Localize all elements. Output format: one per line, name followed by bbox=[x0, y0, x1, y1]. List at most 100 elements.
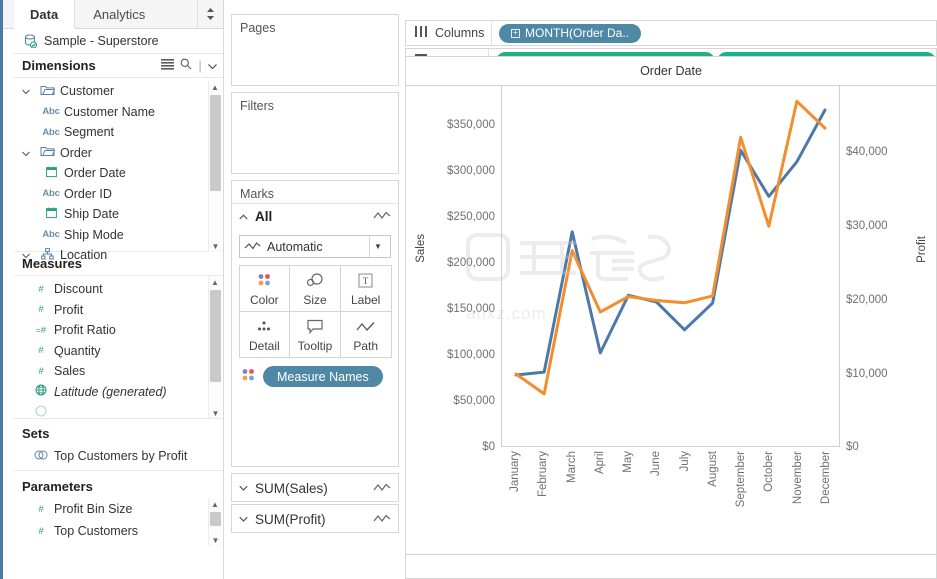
plus-box-icon[interactable]: + bbox=[511, 28, 520, 38]
measure-names-pill[interactable]: Measure Names bbox=[263, 366, 383, 387]
cards-column: Pages Filters Marks All Automatic ▼ Colo… bbox=[231, 0, 399, 579]
parameters-list: # Profit Bin Size # Top Customers ▲ ▼ bbox=[14, 498, 223, 546]
sets-list: Top Customers by Profit bbox=[14, 445, 223, 471]
field-label: Profit bbox=[54, 302, 84, 317]
detail-button[interactable]: Detail bbox=[238, 310, 291, 358]
measure-sales[interactable]: # Sales bbox=[14, 361, 223, 382]
right-axis[interactable]: Profit $40,000 $30,000 $20,000 $10,000 $… bbox=[840, 86, 936, 453]
columns-drop-zone[interactable]: + MONTH(Order Da.. bbox=[492, 21, 936, 45]
left-axis-tick: $250,000 bbox=[447, 211, 495, 223]
folder-icon bbox=[34, 145, 60, 160]
filters-card[interactable]: Filters bbox=[231, 92, 399, 174]
tab-analytics[interactable]: Analytics bbox=[75, 0, 198, 28]
scroll-thumb[interactable] bbox=[210, 512, 221, 526]
color-encoding-row: Measure Names bbox=[232, 357, 398, 396]
parameter-top-customers[interactable]: # Top Customers bbox=[14, 520, 223, 542]
measure-profit-ratio[interactable]: =# Profit Ratio bbox=[14, 320, 223, 341]
dimension-folder-customer[interactable]: Customer bbox=[14, 81, 223, 102]
measure-latitude[interactable]: Latitude (generated) bbox=[14, 382, 223, 403]
column-field-title: Order Date bbox=[406, 57, 936, 85]
mark-type-dropdown[interactable]: Automatic ▼ bbox=[239, 235, 391, 258]
left-axis[interactable]: Sales $350,000 $300,000 $250,000 $200,00… bbox=[406, 86, 501, 453]
measure-partial-row[interactable] bbox=[14, 402, 223, 418]
search-icon[interactable] bbox=[180, 58, 192, 73]
x-axis-tick-label: March bbox=[565, 451, 578, 483]
sum-sales-marks-card[interactable]: SUM(Sales) bbox=[231, 473, 399, 502]
dimension-order-date[interactable]: Order Date bbox=[14, 163, 223, 184]
parameter-profit-bin-size[interactable]: # Profit Bin Size bbox=[14, 498, 223, 520]
worksheet-footer bbox=[406, 554, 936, 579]
chevron-down-icon[interactable]: ▼ bbox=[209, 534, 222, 546]
chevron-down-icon[interactable] bbox=[22, 84, 34, 98]
plot-area[interactable]: anxz.com bbox=[466, 86, 840, 446]
measure-profit[interactable]: # Profit bbox=[14, 300, 223, 321]
dimension-folder-order[interactable]: Order bbox=[14, 143, 223, 164]
chevron-down-icon[interactable] bbox=[22, 248, 34, 262]
datasource-row[interactable]: Sample - Superstore bbox=[14, 29, 223, 54]
number-icon: # bbox=[38, 345, 44, 357]
chevron-down-icon[interactable] bbox=[239, 482, 248, 494]
measure-quantity[interactable]: # Quantity bbox=[14, 341, 223, 362]
tooltip-button[interactable]: Tooltip bbox=[289, 310, 341, 358]
pill-month-order-date[interactable]: + MONTH(Order Da.. bbox=[499, 23, 642, 43]
scroll-thumb[interactable] bbox=[210, 95, 221, 191]
abc-icon: Abc bbox=[42, 106, 60, 118]
chevron-down-icon[interactable]: ▼ bbox=[369, 236, 386, 257]
sum-profit-marks-card[interactable]: SUM(Profit) bbox=[231, 504, 399, 533]
field-label: Profit Ratio bbox=[54, 323, 116, 338]
right-axis-tick: $20,000 bbox=[846, 294, 888, 306]
parameters-header: Parameters bbox=[14, 474, 223, 498]
field-label: Customer bbox=[60, 84, 115, 99]
pages-title: Pages bbox=[240, 21, 276, 35]
pages-card[interactable]: Pages bbox=[231, 14, 399, 86]
size-button[interactable]: Size bbox=[289, 264, 341, 312]
columns-shelf[interactable]: Columns + MONTH(Order Da.. bbox=[405, 20, 937, 46]
filters-title: Filters bbox=[240, 99, 275, 113]
chevron-down-icon[interactable]: ▼ bbox=[209, 407, 222, 418]
dimensions-scrollbar[interactable]: ▲ ▼ bbox=[208, 81, 221, 252]
grid-icon[interactable] bbox=[161, 58, 175, 73]
dimension-folder-location[interactable]: Location bbox=[14, 245, 223, 266]
chevron-up-icon[interactable] bbox=[239, 211, 248, 223]
line-chart-icon bbox=[244, 240, 261, 254]
dimension-ship-date[interactable]: Ship Date bbox=[14, 204, 223, 225]
label-button[interactable]: T Label bbox=[339, 264, 392, 312]
measures-scrollbar[interactable]: ▲ ▼ bbox=[208, 276, 222, 418]
chevron-up-icon[interactable]: ▲ bbox=[209, 498, 221, 510]
left-axis-tick: $300,000 bbox=[447, 165, 495, 177]
sum-sales-row[interactable]: SUM(Sales) bbox=[232, 474, 398, 502]
x-axis-tick-label: June bbox=[650, 451, 663, 476]
chevron-up-icon[interactable]: ▲ bbox=[209, 81, 221, 93]
x-axis-tick-label: November bbox=[791, 451, 804, 505]
parameters-scrollbar[interactable]: ▲ ▼ bbox=[208, 498, 221, 546]
scroll-thumb[interactable] bbox=[210, 290, 221, 382]
dimension-ship-mode[interactable]: Abc Ship Mode bbox=[14, 225, 223, 246]
sum-sales-label: SUM(Sales) bbox=[255, 480, 328, 496]
chevron-down-icon[interactable]: ▼ bbox=[209, 240, 222, 252]
marks-card: Marks All Automatic ▼ Color Size T Label… bbox=[231, 180, 399, 467]
path-button[interactable]: Path bbox=[339, 310, 392, 358]
x-axis-tick-label: April bbox=[593, 451, 606, 475]
chevron-down-icon[interactable] bbox=[239, 513, 248, 525]
chevron-down-icon[interactable] bbox=[22, 146, 34, 160]
tab-data[interactable]: Data bbox=[14, 0, 76, 29]
dimension-customer-name[interactable]: Abc Customer Name bbox=[14, 102, 223, 123]
chevron-down-icon[interactable] bbox=[208, 58, 217, 73]
set-top-customers-by-profit[interactable]: Top Customers by Profit bbox=[14, 445, 223, 467]
detail-dots-icon bbox=[255, 316, 273, 338]
series-line-sales bbox=[514, 108, 827, 377]
x-axis-tick-label: January bbox=[509, 451, 522, 492]
measure-discount[interactable]: # Discount bbox=[14, 279, 223, 300]
dimension-order-id[interactable]: Abc Order ID bbox=[14, 184, 223, 205]
marks-all-row[interactable]: All bbox=[232, 203, 398, 229]
series-line-profit bbox=[514, 99, 827, 396]
color-button[interactable]: Color bbox=[238, 264, 291, 312]
sets-title: Sets bbox=[22, 425, 50, 441]
updown-arrows-icon[interactable] bbox=[198, 0, 223, 28]
x-axis-tick-label: August bbox=[706, 451, 719, 487]
detail-button-label: Detail bbox=[248, 338, 280, 353]
sum-profit-row[interactable]: SUM(Profit) bbox=[232, 505, 398, 533]
dimension-segment[interactable]: Abc Segment bbox=[14, 122, 223, 143]
globe-icon bbox=[28, 384, 54, 399]
chevron-up-icon[interactable]: ▲ bbox=[209, 276, 221, 288]
